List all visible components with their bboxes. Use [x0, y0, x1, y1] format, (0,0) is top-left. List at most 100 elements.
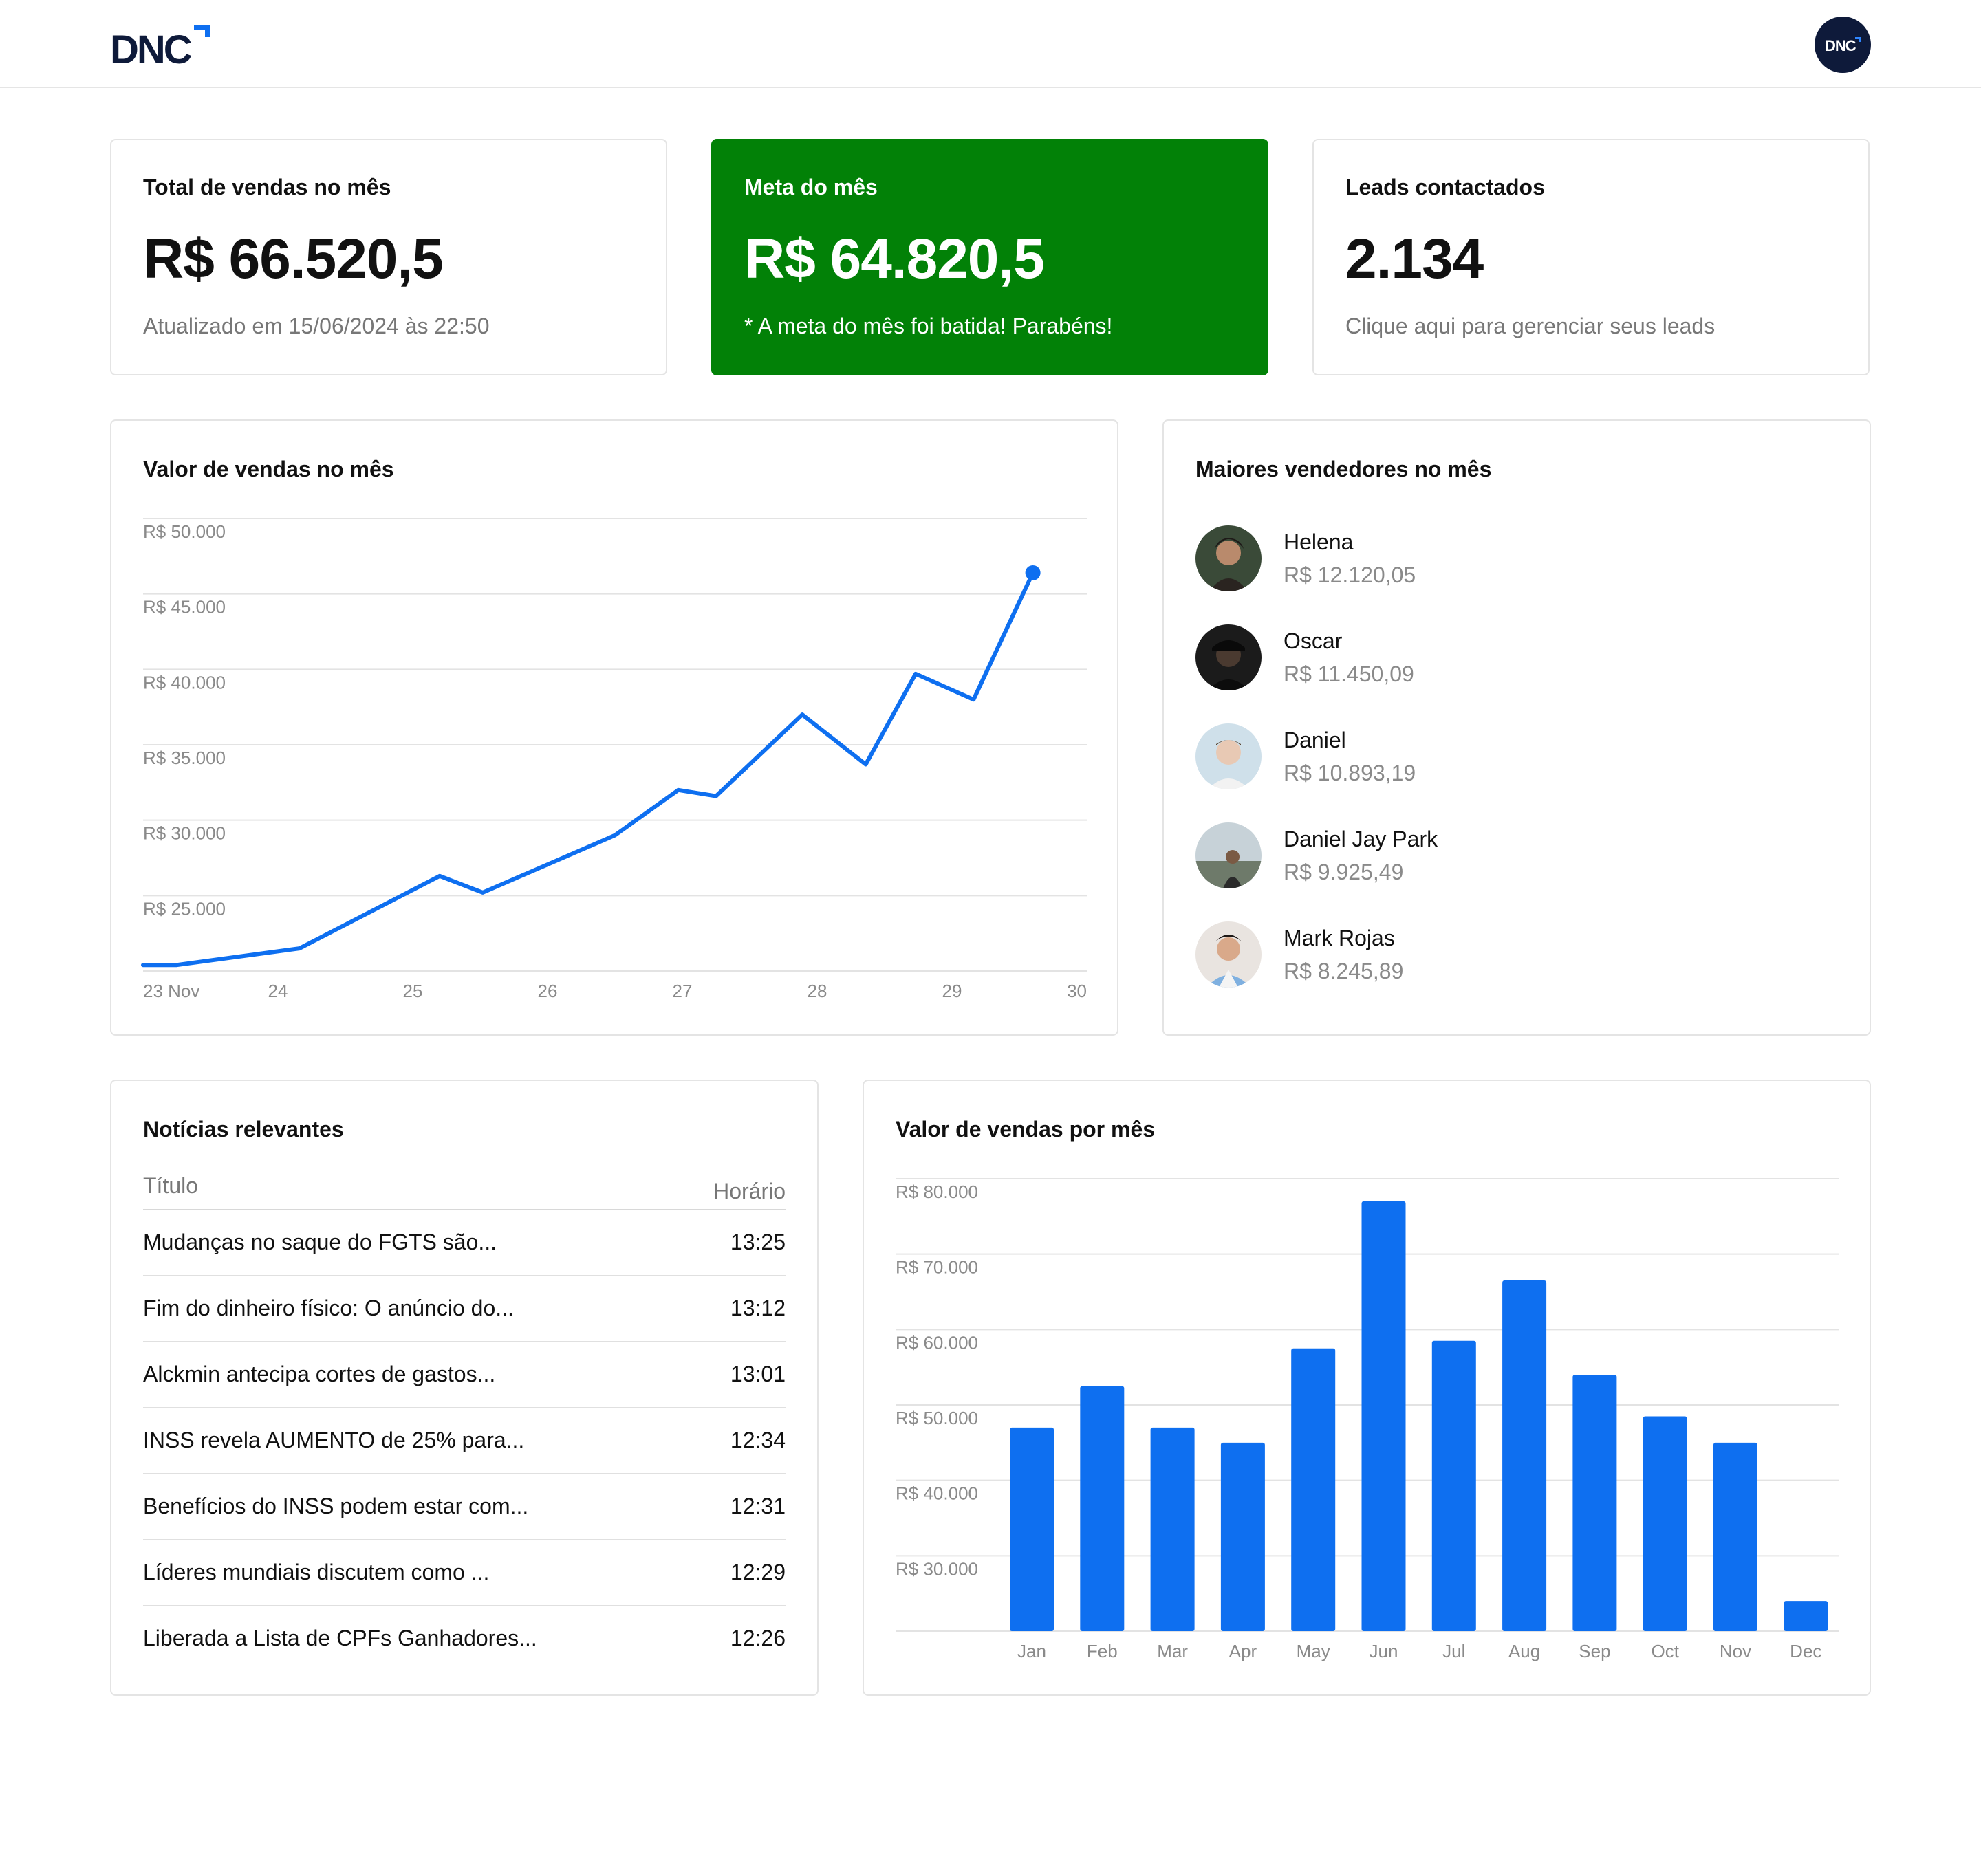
bar-chart: R$ 80.000 R$ 70.000 R$ 60.000 R$ 50.000 R$ 4…	[896, 1178, 1839, 1661]
kpi-title: Meta do mês	[744, 175, 878, 199]
news-row-title: Liberada a Lista de CPFs Ganhadores...	[143, 1626, 537, 1650]
seller-value: R$ 11.450,09	[1284, 662, 1414, 686]
seller-name: Daniel Jay Park	[1284, 827, 1438, 851]
news-card: Notícias relevantes Título Horário Mudan…	[110, 1080, 819, 1696]
seller-name: Daniel	[1284, 728, 1346, 752]
news-row-title: Alckmin antecipa cortes de gastos...	[143, 1362, 496, 1386]
seller-avatar	[1195, 525, 1262, 591]
news-row-time: 12:26	[730, 1626, 786, 1650]
y-tick-label: R$ 30.000	[896, 1558, 978, 1579]
kpi-updated-note: Atualizado em 15/06/2024 às 22:50	[143, 314, 490, 338]
news-row[interactable]: Líderes mundiais discutem como ... 12:29	[143, 1540, 786, 1606]
bar-nov	[1713, 1442, 1757, 1631]
x-tick-label: Jul	[1442, 1641, 1465, 1661]
x-tick-label: Mar	[1157, 1641, 1188, 1661]
x-tick-label: Jan	[1017, 1641, 1046, 1661]
y-tick-label: R$ 70.000	[896, 1257, 978, 1278]
sales-line	[141, 571, 1035, 968]
seller-name: Oscar	[1284, 629, 1343, 653]
seller-value: R$ 12.120,05	[1284, 563, 1416, 587]
seller-value: R$ 8.245,89	[1284, 959, 1404, 983]
line-chart: R$ 50.000 R$ 45.000 R$ 40.000 R$ 35.000 R$ 3…	[141, 518, 1087, 1001]
news-row-title: Fim do dinheiro físico: O anúncio do...	[143, 1296, 514, 1320]
seller-item[interactable]: Helena R$ 12.120,05	[1195, 525, 1815, 594]
top-header: DNC DNC	[0, 0, 1981, 88]
seller-avatar	[1195, 822, 1262, 888]
kpi-leads-card[interactable]: Leads contactados 2.134 Clique aqui para…	[1312, 139, 1870, 375]
news-row-time: 13:01	[730, 1362, 786, 1386]
seller-avatar	[1195, 921, 1262, 988]
bar-jul	[1431, 1340, 1476, 1631]
x-tick-label: Nov	[1720, 1641, 1751, 1661]
x-tick-label: 25	[403, 981, 423, 1001]
bar-may	[1291, 1348, 1336, 1631]
seller-value: R$ 9.925,49	[1284, 860, 1404, 884]
top-sellers-card: Maiores vendedores no mês Helena R$ 12.1…	[1162, 419, 1871, 1036]
y-tick-label: R$ 80.000	[896, 1181, 978, 1202]
kpi-value: R$ 66.520,5	[143, 228, 444, 290]
bar-jan	[1010, 1427, 1054, 1631]
dnc-logo[interactable]: DNC	[110, 22, 213, 72]
bar-dec	[1784, 1601, 1828, 1631]
bar-feb	[1080, 1386, 1125, 1631]
x-tick-label: 24	[268, 981, 288, 1001]
news-row[interactable]: Fim do dinheiro físico: O anúncio do... …	[143, 1276, 786, 1342]
news-row[interactable]: Alckmin antecipa cortes de gastos... 13:…	[143, 1342, 786, 1408]
seller-item[interactable]: Mark Rojas R$ 8.245,89	[1195, 921, 1815, 990]
x-tick-label: May	[1297, 1641, 1330, 1661]
news-row-title: Mudanças no saque do FGTS são...	[143, 1230, 497, 1254]
seller-value: R$ 10.893,19	[1284, 761, 1416, 785]
news-row[interactable]: Liberada a Lista de CPFs Ganhadores... 1…	[143, 1606, 786, 1672]
user-avatar-button[interactable]: DNC	[1815, 17, 1871, 73]
news-table-header: Título Horário	[143, 1170, 786, 1210]
seller-name: Helena	[1284, 530, 1354, 554]
news-row-title: Benefícios do INSS podem estar com...	[143, 1494, 529, 1518]
y-tick-label: R$ 60.000	[896, 1332, 978, 1353]
kpi-value: 2.134	[1345, 228, 1484, 290]
news-row-title: INSS revela AUMENTO de 25% para...	[143, 1428, 525, 1452]
news-row-title: Líderes mundiais discutem como ...	[143, 1560, 490, 1584]
bar-sep	[1572, 1375, 1617, 1631]
news-col-time: Horário	[713, 1179, 786, 1203]
seller-item[interactable]: Oscar R$ 11.450,09	[1195, 624, 1815, 693]
x-tick-label: 23 Nov	[143, 981, 199, 1001]
x-tick-label: Feb	[1087, 1641, 1118, 1661]
news-row[interactable]: INSS revela AUMENTO de 25% para... 12:34	[143, 1408, 786, 1474]
svg-text:DNC: DNC	[110, 28, 192, 66]
seller-item[interactable]: Daniel Jay Park R$ 9.925,49	[1195, 822, 1815, 891]
x-tick-label: Apr	[1229, 1641, 1257, 1661]
news-row[interactable]: Benefícios do INSS podem estar com... 12…	[143, 1474, 786, 1540]
x-tick-label: Jun	[1370, 1641, 1398, 1661]
y-tick-label: R$ 40.000	[896, 1483, 978, 1504]
kpi-total-sales-card: Total de vendas no mês R$ 66.520,5 Atual…	[110, 139, 667, 375]
top-sellers-title: Maiores vendedores no mês	[1195, 457, 1492, 481]
bar-oct	[1643, 1416, 1687, 1631]
kpi-title: Leads contactados	[1345, 175, 1545, 199]
kpi-title: Total de vendas no mês	[143, 175, 391, 199]
news-row-time: 12:31	[730, 1494, 786, 1518]
x-tick-label: Oct	[1651, 1641, 1679, 1661]
kpi-goal-note: * A meta do mês foi batida! Parabéns!	[744, 314, 1113, 338]
x-tick-label: Sep	[1579, 1641, 1610, 1661]
seller-avatar	[1195, 624, 1262, 690]
last-point-marker	[1025, 565, 1041, 580]
seller-item[interactable]: Daniel R$ 10.893,19	[1195, 723, 1815, 792]
y-tick-label: R$ 30.000	[143, 823, 226, 844]
x-tick-label: 29	[942, 981, 962, 1001]
x-tick-label: 26	[538, 981, 558, 1001]
bar-jun	[1361, 1201, 1406, 1631]
x-tick-label: 30	[1067, 981, 1087, 1001]
y-tick-label: R$ 35.000	[143, 748, 226, 768]
news-row[interactable]: Mudanças no saque do FGTS são... 13:25	[143, 1210, 786, 1276]
x-tick-label: 27	[673, 981, 693, 1001]
bar-aug	[1502, 1280, 1547, 1631]
x-tick-label: Dec	[1790, 1641, 1821, 1661]
news-title: Notícias relevantes	[143, 1117, 344, 1142]
x-tick-label: 28	[808, 981, 827, 1001]
news-row-time: 12:29	[730, 1560, 786, 1584]
y-tick-label: R$ 40.000	[143, 672, 226, 692]
x-tick-label: Aug	[1508, 1641, 1540, 1661]
line-chart-card: Valor de vendas no mês R$ 50.000 R$ 45.00…	[110, 419, 1118, 1036]
kpi-goal-card: Meta do mês R$ 64.820,5 * A meta do mês …	[711, 139, 1268, 375]
manage-leads-link[interactable]: Clique aqui para gerenciar seus leads	[1345, 314, 1715, 339]
